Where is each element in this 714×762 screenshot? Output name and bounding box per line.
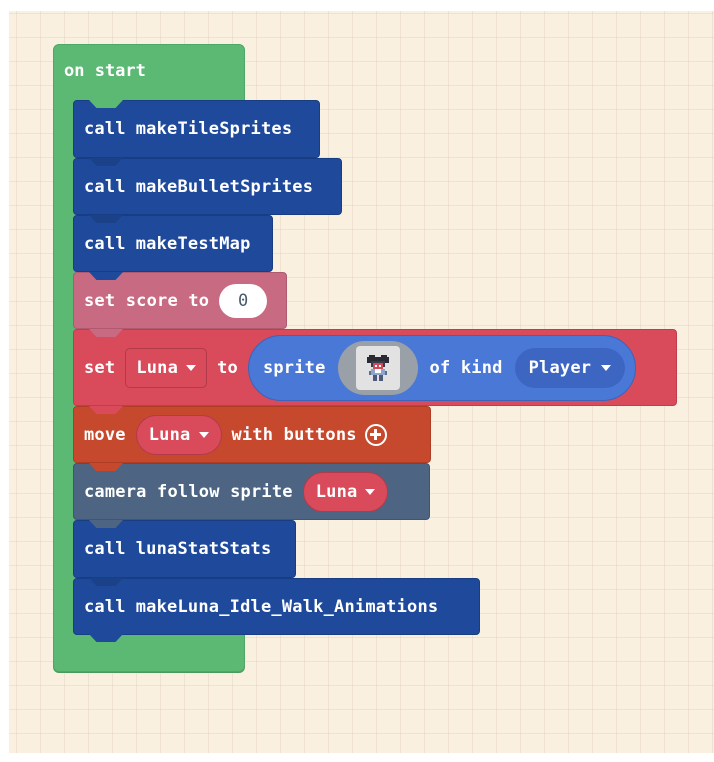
- block-notch: [89, 158, 123, 166]
- block-notch: [89, 520, 123, 528]
- set-label: set: [84, 357, 116, 378]
- function-name: makeLuna_Idle_Walk_Animations: [135, 596, 439, 617]
- plus-circle-icon[interactable]: [364, 423, 387, 446]
- camera-follow-block[interactable]: camera follow sprite Luna: [73, 463, 430, 520]
- variable-dropdown[interactable]: Luna: [125, 347, 208, 388]
- block-notch: [89, 578, 123, 586]
- on-start-label: on start: [64, 61, 146, 81]
- variable-name: Luna: [136, 357, 179, 378]
- block-notch: [89, 100, 123, 108]
- chevron-down-icon: [186, 364, 197, 371]
- move-with-buttons-block[interactable]: move Luna with buttons: [73, 406, 431, 463]
- sprite-dropdown[interactable]: Luna: [135, 414, 222, 455]
- chevron-down-icon: [601, 364, 612, 371]
- block-notch: [89, 406, 123, 414]
- function-name: makeTestMap: [135, 233, 251, 254]
- with-buttons-label: with buttons: [231, 424, 357, 445]
- function-name: makeBulletSprites: [135, 176, 314, 197]
- call-keyword: call: [84, 596, 126, 617]
- call-keyword: call: [84, 233, 126, 254]
- call-block-make-luna-animations[interactable]: call makeLuna_Idle_Walk_Animations: [73, 578, 480, 642]
- function-name: makeTileSprites: [135, 119, 293, 139]
- call-block-make-bullet-sprites[interactable]: call makeBulletSprites: [73, 158, 342, 215]
- to-label: to: [217, 357, 238, 378]
- sprite-image-luna-icon: [355, 345, 400, 390]
- of-kind-label: of kind: [429, 357, 503, 378]
- score-value-input[interactable]: 0: [219, 283, 268, 318]
- sprite-dropdown[interactable]: Luna: [302, 471, 389, 512]
- create-sprite-expression[interactable]: sprite of kind Player: [247, 334, 637, 401]
- image-picker[interactable]: [337, 340, 418, 395]
- set-score-label: set score to: [84, 290, 210, 311]
- function-name: lunaStatStats: [135, 539, 272, 559]
- call-keyword: call: [84, 119, 126, 139]
- block-notch: [89, 272, 123, 280]
- call-keyword: call: [84, 539, 126, 559]
- sprite-name: Luna: [148, 424, 191, 445]
- block-notch: [89, 329, 123, 337]
- chevron-down-icon: [365, 488, 376, 495]
- call-keyword: call: [84, 176, 126, 197]
- sprite-label: sprite: [262, 357, 326, 378]
- move-label: move: [84, 424, 126, 445]
- call-block-make-test-map[interactable]: call makeTestMap: [73, 215, 273, 272]
- set-sprite-block[interactable]: set Luna to sprite of kind Player: [73, 329, 677, 406]
- sprite-name: Luna: [315, 481, 358, 502]
- kind-dropdown[interactable]: Player: [514, 347, 626, 388]
- block-notch: [89, 463, 123, 471]
- set-score-block[interactable]: set score to 0: [73, 272, 287, 329]
- call-block-make-tile-sprites[interactable]: call makeTileSprites: [73, 100, 320, 158]
- kind-value: Player: [528, 357, 592, 378]
- chevron-down-icon: [198, 431, 209, 438]
- call-block-luna-stat-stats[interactable]: call lunaStatStats: [73, 520, 296, 578]
- camera-follow-label: camera follow sprite: [84, 481, 293, 502]
- block-notch: [89, 215, 123, 223]
